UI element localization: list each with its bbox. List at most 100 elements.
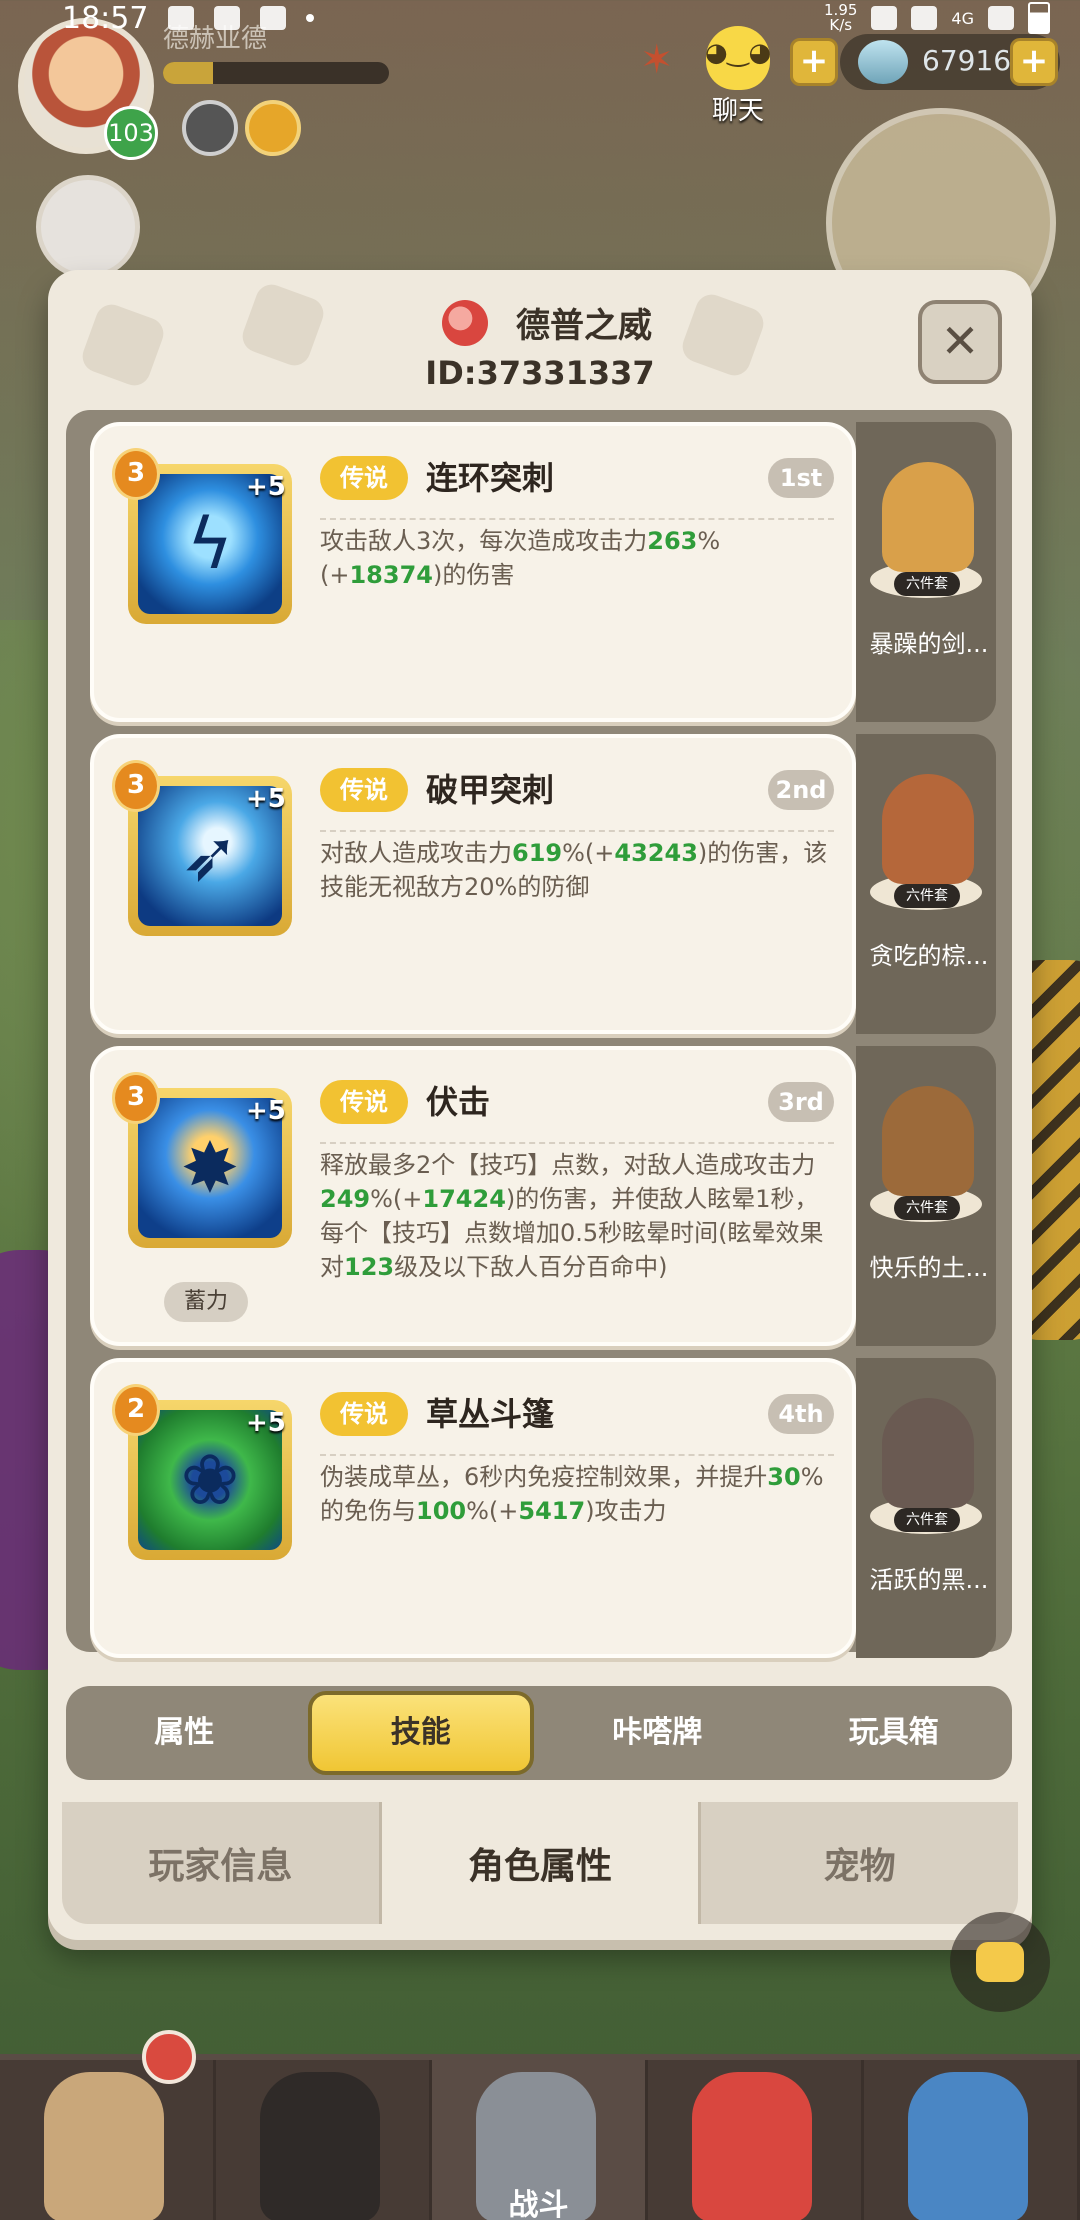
pet-set-tag: 六件套 (894, 1508, 960, 1532)
skill-description-text: 攻击敌人3次，每次造成攻击力 (320, 527, 648, 555)
pet-card[interactable]: 六件套快乐的土... (856, 1046, 996, 1346)
chat-bubble-button[interactable] (950, 1912, 1050, 2012)
chat-face-icon: ◕‿◕ (704, 38, 772, 68)
skill-charge-tag: 蓄力 (164, 1282, 248, 1322)
tab-player-info[interactable]: 玩家信息 (62, 1802, 382, 1924)
skills-panel: ϟ 3 +5 传说 连环突刺 1st 攻击敌人3次，每次造成攻击力263%(+18374)的… (66, 410, 1012, 1658)
xp-bar-fill (163, 62, 213, 84)
signal-icon (988, 6, 1014, 30)
skill-value-highlight: 5417 (518, 1497, 586, 1525)
pet-card[interactable]: 六件套活跃的黑... (856, 1358, 996, 1658)
skill-name: 伏击 (426, 1083, 491, 1121)
notification-icon (168, 6, 195, 30)
skill-description-text: )的伤害 (432, 561, 515, 589)
add-resource-button[interactable]: + (790, 38, 838, 86)
skill-value-highlight: 30 (767, 1463, 801, 1491)
pet-card[interactable]: 六件套贪吃的棕... (856, 734, 996, 1034)
starfish-icon: ✶ (640, 37, 674, 83)
skill-value-highlight: 263 (647, 527, 698, 555)
nav-shop[interactable] (864, 2060, 1080, 2220)
add-gem-button[interactable]: + (1010, 38, 1058, 86)
skill-rarity-badge: 传说 (320, 1080, 408, 1124)
skill-level-badge: 3 (112, 448, 160, 500)
status-time: 18:57 (62, 0, 149, 36)
skill-description: 释放最多2个【技巧】点数，对敌人造成攻击力249%(+17424)的伤害，并使敌… (320, 1148, 840, 1284)
battery-icon (1028, 2, 1050, 34)
divider (320, 1142, 834, 1144)
skill-value-highlight: 100 (416, 1497, 467, 1525)
skill-level-badge: 3 (112, 1072, 160, 1124)
subtab-toybox[interactable]: 玩具箱 (781, 1691, 1007, 1775)
skill-description: 对敌人造成攻击力619%(+43243)的伤害，该技能无视敌方20%的防御 (320, 836, 840, 904)
pet-figure-icon (882, 1398, 974, 1508)
subtab-attributes[interactable]: 属性 (71, 1691, 297, 1775)
network-label: 4G (951, 8, 974, 28)
skill-description-text: 释放最多2个【技巧】点数，对敌人造成攻击力 (320, 1151, 816, 1179)
chat-button[interactable]: ◕‿◕ (688, 26, 788, 96)
skill-slot-rank: 1st (768, 458, 834, 498)
skill-card[interactable]: ➶ 3 +5 传说 破甲突刺 2nd 对敌人造成攻击力619%(+43243)的伤害，该技能… (90, 734, 856, 1034)
notification-bell-icon (142, 2030, 196, 2084)
skill-plus-tag: +5 (246, 1096, 286, 1126)
skill-name: 连环突刺 (426, 459, 555, 497)
skill-description-text: )攻击力 (585, 1497, 667, 1525)
nav-hero[interactable] (0, 2030, 216, 2220)
player-id: ID:37331337 (425, 354, 655, 392)
coin-icon[interactable] (245, 100, 301, 156)
skill-slot-rank: 2nd (768, 770, 834, 810)
pet-name: 贪吃的棕... (869, 942, 989, 970)
nav-character[interactable] (216, 2060, 432, 2220)
pet-name: 活跃的黑... (869, 1566, 989, 1594)
chat-label: 聊天 (711, 96, 764, 126)
pet-card[interactable]: 六件套暴躁的剑... (856, 422, 996, 722)
pet-set-tag: 六件套 (894, 1196, 960, 1220)
bottom-nav: 战斗 (0, 2030, 1080, 2220)
tab-character-attributes[interactable]: 角色属性 (381, 1802, 702, 1924)
xp-bar (163, 62, 389, 84)
guild-icon[interactable] (182, 100, 238, 156)
status-bar: 18:57 1.95 K/s 4G (0, 0, 1080, 36)
skill-card[interactable]: ϟ 3 +5 传说 连环突刺 1st 攻击敌人3次，每次造成攻击力263%(+18374)的… (90, 422, 856, 722)
pet-icon (692, 2072, 812, 2220)
skill-description-text: %(+ (562, 839, 615, 867)
nav-battle[interactable]: 战斗 (432, 2060, 648, 2220)
pet-name: 暴躁的剑... (869, 630, 989, 658)
divider (320, 830, 834, 832)
skill-value-highlight: 43243 (614, 839, 698, 867)
gem-icon (858, 40, 908, 84)
skill-value-highlight: 123 (344, 1253, 395, 1281)
wifi-icon (911, 6, 938, 30)
tab-pets[interactable]: 宠物 (701, 1802, 1018, 1924)
skill-description: 攻击敌人3次，每次造成攻击力263%(+18374)的伤害 (320, 524, 840, 592)
skill-rarity-badge: 传说 (320, 456, 408, 500)
pet-name: 快乐的土... (869, 1254, 989, 1282)
skill-card[interactable]: ❀ 2 +5 传说 草丛斗篷 4th 伪装成草丛，6秒内免疫控制效果，并提升30%的免伤与1… (90, 1358, 856, 1658)
pet-set-tag: 六件套 (894, 572, 960, 596)
subtab-skills[interactable]: 技能 (307, 1691, 534, 1775)
skill-value-highlight: 17424 (422, 1185, 506, 1213)
close-icon: ✕ (940, 314, 980, 368)
dialog-title: 德普之威 (516, 306, 652, 346)
character-dialog: 德普之威 ID:37331337 ✕ ϟ 3 +5 传说 连环突刺 1st 攻击敌人3次，每… (48, 270, 1032, 1940)
skill-slot-rank: 3rd (768, 1082, 834, 1122)
skill-description-text: 对敌人造成攻击力 (320, 839, 512, 867)
skill-rarity-badge: 传说 (320, 1392, 408, 1436)
skill-description: 伪装成草丛，6秒内免疫控制效果，并提升30%的免伤与100%(+5417)攻击力 (320, 1460, 840, 1528)
skill-plus-tag: +5 (246, 472, 286, 502)
companion-avatar[interactable] (36, 175, 140, 279)
subtab-cards[interactable]: 咔嗒牌 (544, 1691, 770, 1775)
nav-pet[interactable] (648, 2060, 864, 2220)
skill-description-text: 级及以下敌人百分百命中) (394, 1253, 668, 1281)
shop-icon (908, 2072, 1028, 2220)
pet-set-tag: 六件套 (894, 884, 960, 908)
skill-slot-rank: 4th (768, 1394, 834, 1434)
skill-value-highlight: 249 (320, 1185, 371, 1213)
skill-value-highlight: 18374 (349, 561, 433, 589)
close-button[interactable]: ✕ (918, 300, 1002, 384)
skill-description-text: %(+ (466, 1497, 519, 1525)
net-speed: 1.95 K/s (824, 3, 857, 33)
divider (320, 1454, 834, 1456)
pet-figure-icon (882, 1086, 974, 1196)
hero-character-icon (44, 2072, 164, 2220)
skill-card[interactable]: ✸ 3 +5 蓄力 传说 伏击 3rd 释放最多2个【技巧】点数，对敌人造成攻击力249%(+… (90, 1046, 856, 1346)
